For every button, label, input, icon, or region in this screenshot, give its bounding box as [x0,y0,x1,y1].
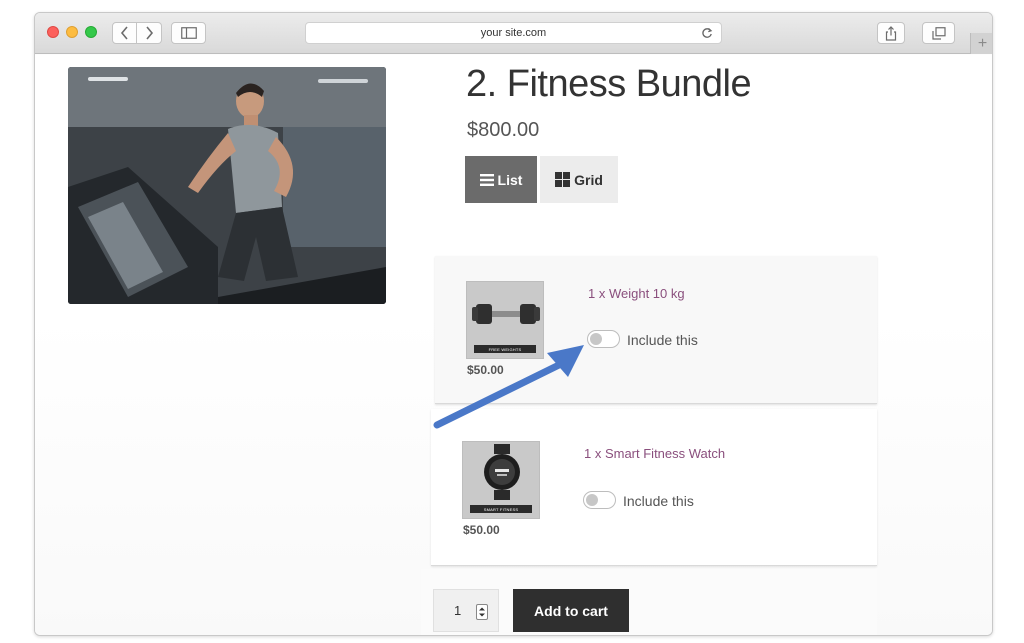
toggle-knob [586,494,598,506]
share-icon [885,25,897,41]
list-view-button[interactable]: List [465,156,537,203]
smartwatch-icon [484,444,520,500]
minimize-window-button[interactable] [66,26,78,38]
sidebar-toggle-button[interactable] [171,22,206,44]
tabs-icon [931,26,946,40]
include-toggle[interactable] [587,330,620,348]
plus-icon: + [977,34,988,52]
zoom-window-button[interactable] [85,26,97,38]
product-image [68,67,386,304]
list-view-label: List [497,171,523,188]
item-name-link[interactable]: 1 x Weight 10 kg [588,286,685,301]
include-toggle[interactable] [583,491,616,509]
address-bar[interactable]: your site.com [305,22,722,44]
sidebar-icon [180,27,197,39]
address-bar-text: your site.com [480,27,547,39]
chevron-right-icon [146,26,154,40]
grid-view-label: Grid [574,171,603,188]
back-button[interactable] [112,22,137,44]
list-icon [479,173,494,186]
weight-thumbnail[interactable]: FREE WEIGHTS [466,281,544,359]
grid-view-button[interactable]: Grid [540,156,618,203]
new-tab-button[interactable]: + [970,33,992,54]
dumbbell-icon [472,304,540,324]
item-price: $50.00 [467,363,504,377]
show-tabs-button[interactable] [922,22,955,44]
share-button[interactable] [877,22,905,44]
treadmill-runner-photo-icon [68,67,386,304]
product-title: 2. Fitness Bundle [466,63,752,105]
bundle-item-card: SMART FITNESS $50.00 1 x Smart Fitness W… [431,409,877,566]
grid-icon [555,172,571,187]
quantity-stepper[interactable]: 1 [433,589,499,632]
include-label: Include this [623,493,694,509]
chevron-left-icon [120,26,128,40]
product-price: $800.00 [467,119,540,141]
reload-icon[interactable] [701,26,713,40]
toggle-knob [590,333,602,345]
browser-window: your site.com + 2. Fitness Bundle $800.0… [34,12,993,636]
quantity-value: 1 [454,603,462,618]
item-name-link[interactable]: 1 x Smart Fitness Watch [584,446,725,461]
watch-thumbnail[interactable]: SMART FITNESS [462,441,540,519]
add-to-cart-button[interactable]: Add to cart [513,589,629,632]
item-price: $50.00 [463,523,500,537]
close-window-button[interactable] [47,26,59,38]
bundle-item-card: FREE WEIGHTS $50.00 1 x Weight 10 kg Inc… [435,256,877,404]
forward-button[interactable] [137,22,162,44]
quantity-spin-icon[interactable] [476,604,488,620]
thumbnail-caption: FREE WEIGHTS [474,345,536,353]
browser-toolbar: your site.com + [35,13,992,54]
page-content: 2. Fitness Bundle $800.00 List Grid FREE… [35,55,992,635]
include-label: Include this [627,332,698,348]
thumbnail-caption: SMART FITNESS [470,505,532,513]
